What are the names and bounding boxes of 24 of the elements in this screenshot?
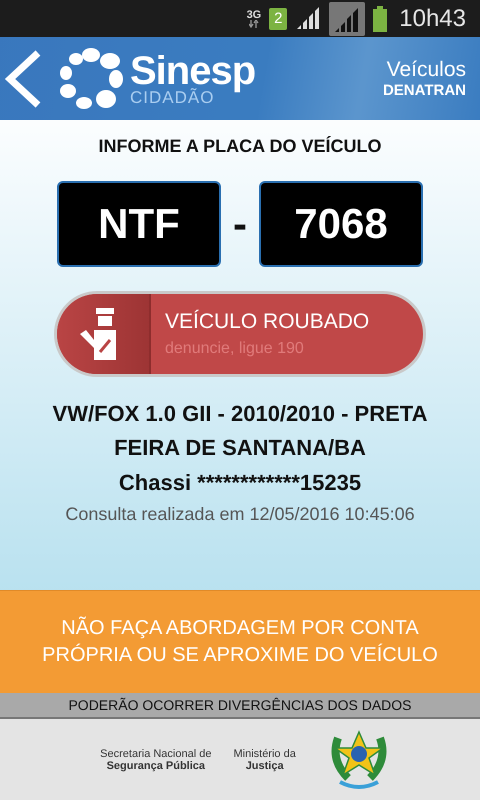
org-name: Justiça — [246, 760, 284, 772]
plate-separator: - — [233, 200, 247, 248]
battery-icon — [373, 6, 388, 32]
clock: 10h43 — [399, 4, 466, 32]
section-title: Veículos — [386, 58, 466, 82]
plate-letters: NTF — [57, 181, 221, 267]
alert-title: VEÍCULO ROUBADO — [165, 310, 370, 334]
org-name: Segurança Pública — [106, 760, 206, 772]
disclaimer-text: PODERÃO OCORRER DIVERGÊNCIAS DOS DADOS — [68, 697, 412, 713]
vehicle-chassis: Chassi ************15235 — [118, 470, 362, 496]
org-name: Ministério da — [233, 748, 296, 760]
query-timestamp: Consulta realizada em 12/05/2016 10:45:06 — [65, 504, 415, 526]
agency-label: DENATRAN — [382, 82, 466, 99]
org-name: Secretaria Nacional de — [100, 748, 212, 760]
vehicle-model: VW/FOX 1.0 GII - 2010/2010 - PRETA — [52, 401, 428, 428]
data-arrows-icon — [248, 20, 259, 28]
sim-badge: 2 — [269, 8, 288, 30]
vehicle-city: FEIRA DE SANTANA/BA — [114, 435, 366, 462]
network-type: 3G — [246, 10, 262, 20]
plate-prompt: INFORME A PLACA DO VEÍCULO — [98, 136, 382, 157]
logo-icon — [58, 46, 124, 110]
warning-text: NÃO FAÇA ABORDAGEM POR CONTA PRÓPRIA OU SE APROXIME DO VEÍCULO — [41, 616, 439, 668]
plate-digits: 7068 — [259, 181, 423, 267]
signal-icon — [295, 6, 322, 30]
